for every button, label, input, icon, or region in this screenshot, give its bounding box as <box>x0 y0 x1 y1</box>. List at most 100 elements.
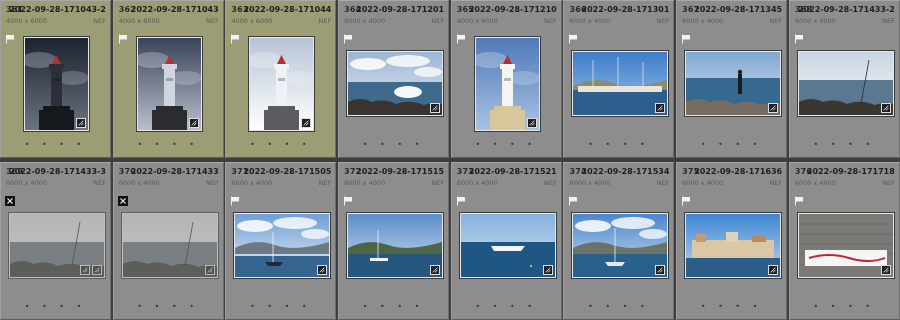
thumbnail-cell-366[interactable]: 366 2022-09-28-171301 6000 x 4000 NEF • … <box>563 0 675 158</box>
white-flag-icon[interactable] <box>681 191 691 206</box>
file-extension: NEF <box>431 179 445 187</box>
thumbnail-cell-362[interactable]: 362 2022-09-28-171043 4000 x 6000 NEF • … <box>112 0 224 158</box>
photo-thumbnail[interactable] <box>249 37 315 131</box>
thumbnail-cell-367[interactable]: 367 2022-09-28-171345 6000 x 4000 NEF • … <box>676 0 788 158</box>
photo-thumbnail[interactable] <box>24 37 89 131</box>
thumbnail-cell-363[interactable]: 363 2022-09-28-171044 4000 x 6000 NEF • … <box>225 0 337 158</box>
thumbnail-cell-365[interactable]: 365 2022-09-28-171210 4000 x 6000 NEF • … <box>450 0 562 158</box>
photo-thumbnail[interactable] <box>121 213 218 278</box>
photo-dimensions: 6000 x 4000 <box>682 17 724 25</box>
photo-dimensions: 4000 x 6000 <box>6 17 48 25</box>
white-flag-icon[interactable] <box>681 29 691 44</box>
photo-filename: 2022-09-28-171433-3 <box>9 167 106 176</box>
file-extension: NEF <box>205 179 219 187</box>
white-flag-icon[interactable] <box>568 29 578 44</box>
edit-badge-icon <box>204 265 215 275</box>
photo-filename: 2022-09-28-171521 <box>468 167 557 176</box>
rating-dots[interactable]: • • • • <box>339 302 448 311</box>
thumbnail-cell-373[interactable]: 373 2022-09-28-171521 6000 x 4000 NEF • … <box>450 162 562 320</box>
white-flag-icon[interactable] <box>118 29 128 44</box>
file-extension: NEF <box>318 179 332 187</box>
photo-thumbnail[interactable] <box>572 213 669 278</box>
thumbnail-cell-374[interactable]: 374 2022-09-28-171534 6000 x 4000 NEF • … <box>563 162 675 320</box>
white-flag-icon[interactable] <box>568 191 578 206</box>
photo-thumbnail[interactable] <box>797 213 894 278</box>
reject-flag-icon[interactable] <box>117 191 128 206</box>
photo-thumbnail[interactable] <box>347 213 444 278</box>
edit-badge-icon <box>655 265 666 275</box>
edit-badge-icon <box>655 103 666 113</box>
thumbnail-cell-368[interactable]: 368 2022-09-28-171433-2 6000 x 4000 NEF … <box>788 0 900 158</box>
photo-filename: 2022-09-28-171043-2 <box>9 5 106 14</box>
rating-dots[interactable]: • • • • <box>452 140 561 149</box>
photo-dimensions: 6000 x 4000 <box>569 179 611 187</box>
white-flag-icon[interactable] <box>343 191 353 206</box>
rating-dots[interactable]: • • • • <box>452 302 561 311</box>
thumbnail-cell-370[interactable]: 370 2022-09-28-171433 6000 x 4000 NEF • … <box>112 162 224 320</box>
thumbnail-cell-369[interactable]: 369 2022-09-28-171433-3 6000 x 4000 NEF … <box>0 162 111 320</box>
rating-dots[interactable]: • • • • <box>339 140 448 149</box>
white-flag-icon[interactable] <box>230 191 240 206</box>
rating-dots[interactable]: • • • • <box>790 140 899 149</box>
thumbnail-cell-371[interactable]: 371 2022-09-28-171505 6000 x 4000 NEF • … <box>225 162 337 320</box>
photo-thumbnail[interactable] <box>685 51 782 116</box>
photo-thumbnail[interactable] <box>459 213 556 278</box>
edit-badge-icon <box>880 265 891 275</box>
thumbnail-cell-372[interactable]: 372 2022-09-28-171515 6000 x 4000 NEF • … <box>338 162 450 320</box>
white-flag-icon[interactable] <box>230 29 240 44</box>
thumbnail-cell-364[interactable]: 364 2022-09-28-171201 6000 x 4000 NEF • … <box>338 0 450 158</box>
thumbnail-cell-361[interactable]: 361 2022-09-28-171043-2 4000 x 6000 NEF … <box>0 0 111 158</box>
file-extension: NEF <box>205 17 219 25</box>
file-extension: NEF <box>769 179 783 187</box>
rating-dots[interactable]: • • • • <box>226 140 335 149</box>
file-extension: NEF <box>93 17 106 25</box>
photo-thumbnail[interactable] <box>136 37 202 131</box>
white-flag-icon[interactable] <box>5 29 15 44</box>
photo-dimensions: 4000 x 6000 <box>118 17 160 25</box>
photo-thumbnail[interactable] <box>685 213 782 278</box>
photo-filename: 2022-09-28-171043 <box>130 5 219 14</box>
rating-dots[interactable]: • • • • <box>677 140 786 149</box>
photo-filename: 2022-09-28-171534 <box>581 167 670 176</box>
photo-dimensions: 6000 x 4000 <box>6 179 48 187</box>
file-extension: NEF <box>318 17 332 25</box>
rating-dots[interactable]: • • • • <box>1 302 110 311</box>
photo-thumbnail[interactable] <box>474 37 540 131</box>
photo-thumbnail[interactable] <box>234 213 331 278</box>
rating-dots[interactable]: • • • • <box>114 140 223 149</box>
reject-flag-icon[interactable] <box>5 191 15 206</box>
edit-badge-icon <box>880 103 891 113</box>
photo-dimensions: 6000 x 4000 <box>231 179 273 187</box>
rating-dots[interactable]: • • • • <box>790 302 899 311</box>
photo-dimensions: 6000 x 4000 <box>344 179 386 187</box>
rating-dots[interactable]: • • • • <box>1 140 110 149</box>
rating-dots[interactable]: • • • • <box>226 302 335 311</box>
photo-dimensions: 4000 x 6000 <box>231 17 273 25</box>
white-flag-icon[interactable] <box>794 29 804 44</box>
rating-dots[interactable]: • • • • <box>564 140 673 149</box>
photo-filename: 2022-09-28-171210 <box>468 5 557 14</box>
file-extension: NEF <box>656 17 670 25</box>
white-flag-icon[interactable] <box>794 191 804 206</box>
edit-badge-icon <box>430 265 441 275</box>
photo-filename: 2022-09-28-171345 <box>694 5 783 14</box>
photo-thumbnail[interactable] <box>572 51 669 116</box>
photo-thumbnail[interactable] <box>797 51 894 116</box>
photo-filename: 2022-09-28-171301 <box>581 5 670 14</box>
edit-badge-icon <box>188 118 199 128</box>
edit-badge-icon <box>542 265 553 275</box>
white-flag-icon[interactable] <box>456 29 466 44</box>
photo-dimensions: 6000 x 4000 <box>794 179 836 187</box>
edit-badge-icon <box>430 103 441 113</box>
edit-badge-icon <box>768 103 779 113</box>
white-flag-icon[interactable] <box>343 29 353 44</box>
rating-dots[interactable]: • • • • <box>677 302 786 311</box>
white-flag-icon[interactable] <box>456 191 466 206</box>
thumbnail-cell-376[interactable]: 376 2022-09-28-171718 6000 x 4000 NEF • … <box>788 162 900 320</box>
photo-thumbnail[interactable] <box>9 213 105 278</box>
edit-badge-icon <box>80 265 90 275</box>
rating-dots[interactable]: • • • • <box>564 302 673 311</box>
thumbnail-cell-375[interactable]: 375 2022-09-28-171636 6000 x 4000 NEF • … <box>676 162 788 320</box>
rating-dots[interactable]: • • • • <box>114 302 223 311</box>
photo-thumbnail[interactable] <box>347 51 444 116</box>
